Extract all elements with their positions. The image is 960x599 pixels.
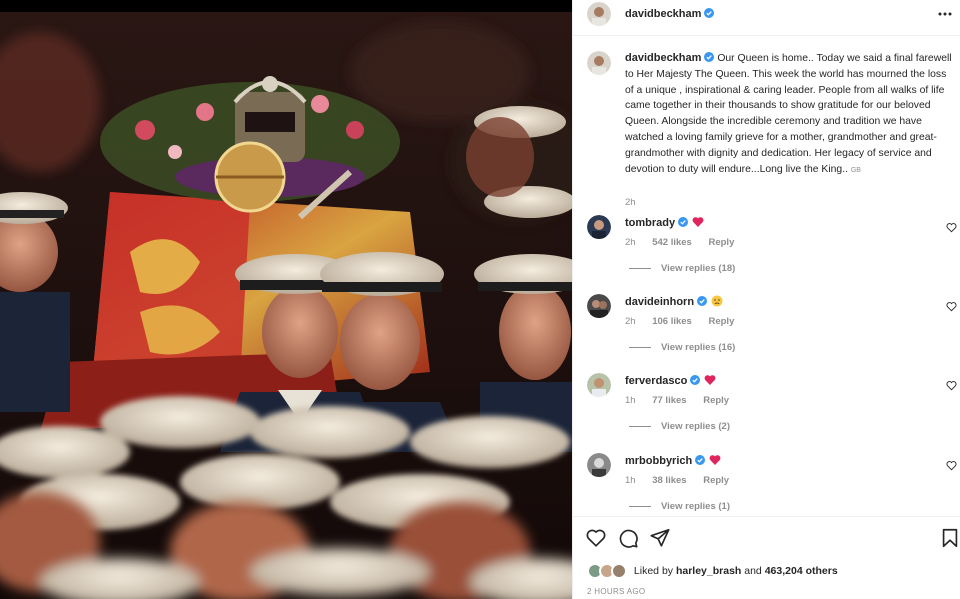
verified-badge-icon <box>695 455 706 465</box>
commenter-username[interactable]: tombrady <box>625 216 704 229</box>
reply-button[interactable]: Reply <box>708 316 734 327</box>
post-actions: Liked by harley_brash and 463,204 others… <box>573 516 960 599</box>
liked-by-avatars[interactable] <box>587 563 631 579</box>
bookmark-icon[interactable] <box>939 527 960 549</box>
comment-icon[interactable] <box>617 527 639 549</box>
comment-like-heart-icon[interactable] <box>946 460 957 471</box>
comment-time[interactable]: 2h <box>625 316 636 327</box>
comment-likes[interactable]: 77 likes <box>652 395 686 406</box>
liked-by-row: Liked by harley_brash and 463,204 others <box>587 563 838 579</box>
commenter-username-text[interactable]: mrbobbyrich <box>625 455 692 467</box>
comment-time[interactable]: 1h <box>625 395 636 406</box>
share-icon[interactable] <box>649 527 671 549</box>
caption-author-avatar[interactable] <box>587 51 611 75</box>
post-side-panel: davidbeckham davidbeckham Our Queen is h… <box>572 0 960 599</box>
comment-likes[interactable]: 106 likes <box>652 316 692 327</box>
author-avatar[interactable] <box>587 2 611 26</box>
more-options-icon[interactable] <box>937 6 953 22</box>
comment-time[interactable]: 2h <box>625 237 636 248</box>
photo-illustration <box>0 12 572 599</box>
verified-badge-icon <box>678 217 689 227</box>
commenter-avatar[interactable] <box>587 215 611 239</box>
commenter-username-text[interactable]: ferverdasco <box>625 375 687 387</box>
red-heart-emoji-icon <box>709 455 721 465</box>
view-replies-button[interactable]: View replies (16) <box>629 342 735 353</box>
commenter-username[interactable]: davideinhorn <box>625 295 723 308</box>
reply-button[interactable]: Reply <box>703 395 729 406</box>
author-username[interactable]: davidbeckham <box>625 8 715 20</box>
caption-text: davidbeckham Our Queen is home.. Today w… <box>625 51 955 178</box>
comment-likes[interactable]: 38 likes <box>652 475 686 486</box>
commenter-username[interactable]: mrbobbyrich <box>625 454 721 467</box>
photo-top-strip <box>0 0 572 12</box>
verified-badge-icon <box>704 52 715 62</box>
comments-scroll-area[interactable]: davidbeckham Our Queen is home.. Today w… <box>573 37 960 515</box>
caption-time[interactable]: 2h <box>625 197 636 208</box>
comment-like-heart-icon[interactable] <box>946 380 957 391</box>
comment-meta: 2h 106 likes Reply <box>625 316 748 327</box>
comment-like-heart-icon[interactable] <box>946 301 957 312</box>
post-photo[interactable] <box>0 12 572 599</box>
comment-item: ferverdasco 1h 77 likes Reply View repli… <box>587 373 960 443</box>
comment-meta: 2h 542 likes Reply <box>625 237 748 248</box>
reply-button[interactable]: Reply <box>703 475 729 486</box>
comment-time[interactable]: 1h <box>625 475 636 486</box>
comment-item: davideinhorn 2h 106 likes Reply View rep… <box>587 294 960 364</box>
commenter-avatar[interactable] <box>587 373 611 397</box>
sad-face-emoji-icon <box>711 295 723 307</box>
liked-by-user[interactable]: harley_brash <box>676 565 741 577</box>
caption-flag: GB <box>850 166 861 174</box>
commenter-avatar[interactable] <box>587 294 611 318</box>
author-username-text[interactable]: davidbeckham <box>625 8 701 20</box>
comment-meta: 1h 77 likes Reply <box>625 395 743 406</box>
verified-badge-icon <box>690 375 701 385</box>
red-heart-emoji-icon <box>692 217 704 227</box>
comment-item: tombrady 2h 542 likes Reply View replies… <box>587 215 960 285</box>
commenter-avatar[interactable] <box>587 453 611 477</box>
liked-by-prefix: Liked by <box>633 564 674 577</box>
comment-likes[interactable]: 542 likes <box>652 237 692 248</box>
reply-button[interactable]: Reply <box>708 237 734 248</box>
verified-badge-icon <box>697 296 708 306</box>
comment-item: mrbobbyrich 1h 38 likes Reply View repli… <box>587 453 960 515</box>
commenter-username[interactable]: ferverdasco <box>625 374 716 387</box>
heart-icon[interactable] <box>585 527 607 549</box>
post-date[interactable]: 2 HOURS AGO <box>587 587 645 596</box>
caption-body: Our Queen is home.. Today we said a fina… <box>625 53 952 175</box>
post-header: davidbeckham <box>573 0 960 36</box>
caption-author-username[interactable]: davidbeckham <box>625 52 701 64</box>
comment-meta: 1h 38 likes Reply <box>625 475 743 486</box>
liked-by-and: and <box>744 564 762 577</box>
commenter-username-text[interactable]: tombrady <box>625 217 675 229</box>
red-heart-emoji-icon <box>704 375 716 385</box>
liker-avatar <box>611 563 627 579</box>
view-replies-button[interactable]: View replies (2) <box>629 421 730 432</box>
commenter-username-text[interactable]: davideinhorn <box>625 296 694 308</box>
verified-badge-icon <box>704 8 715 18</box>
liked-by-others[interactable]: 463,204 others <box>765 565 838 577</box>
view-replies-button[interactable]: View replies (18) <box>629 263 735 274</box>
view-replies-button[interactable]: View replies (1) <box>629 501 730 512</box>
comment-like-heart-icon[interactable] <box>946 222 957 233</box>
